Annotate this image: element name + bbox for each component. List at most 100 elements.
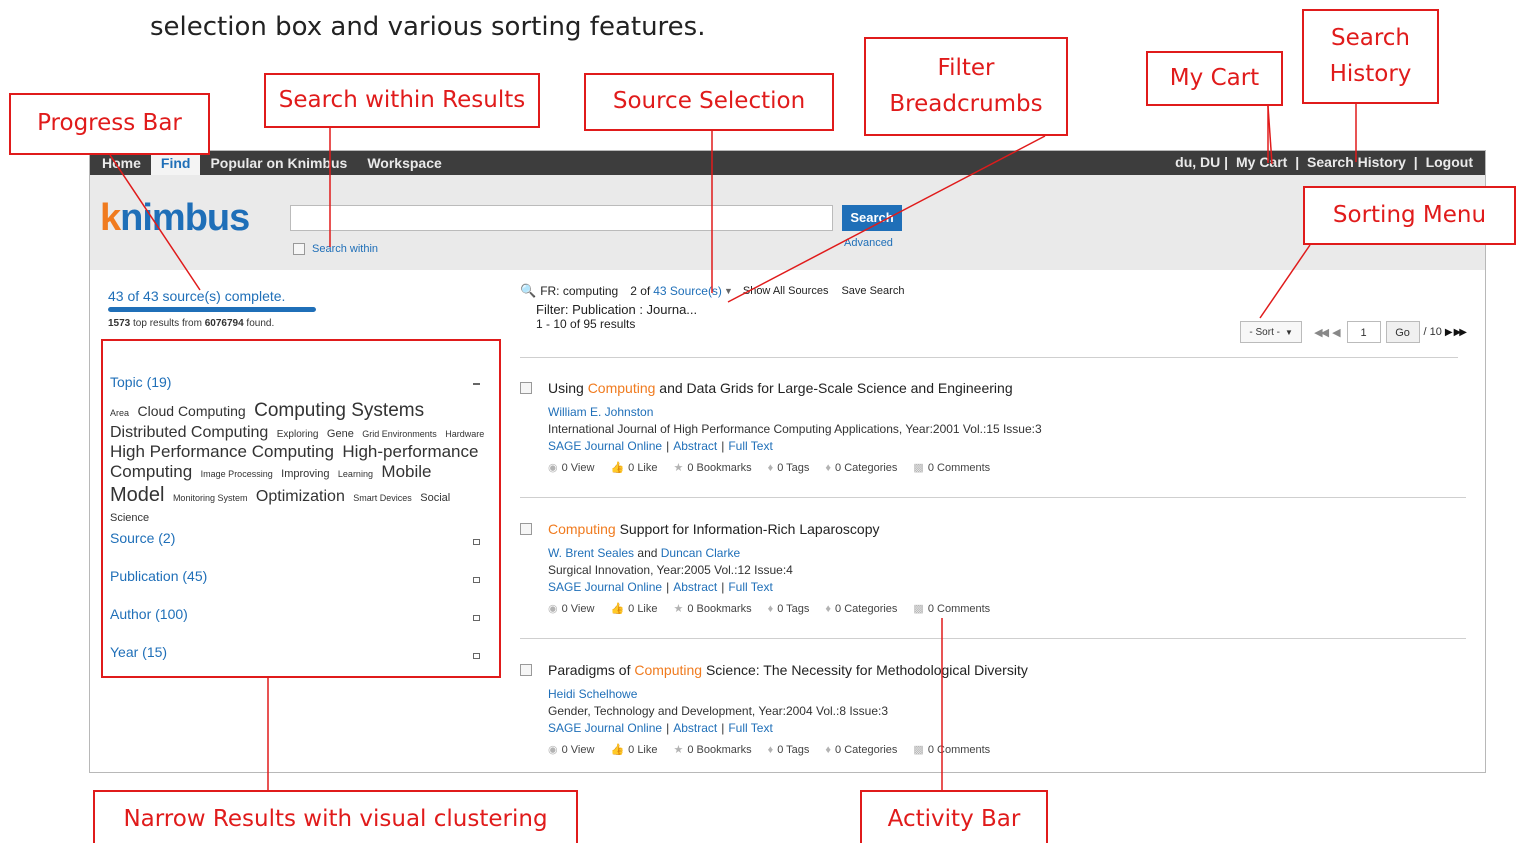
tag-cloud-item[interactable]: Mobile <box>381 462 431 481</box>
facet-source[interactable]: Source (2) <box>110 530 175 546</box>
activity-item[interactable]: ▩ 0 Comments <box>913 743 990 757</box>
author-link[interactable]: Heidi Schelhowe <box>548 687 637 701</box>
search-input[interactable] <box>290 205 833 231</box>
result-link[interactable]: Full Text <box>728 721 772 735</box>
search-within-checkbox[interactable] <box>293 243 305 255</box>
divider <box>520 357 1458 358</box>
tag-cloud-item[interactable]: Grid Environments <box>362 429 437 439</box>
result-link[interactable]: Full Text <box>728 580 772 594</box>
activity-item[interactable]: 👍 0 Like <box>610 461 657 475</box>
result-title[interactable]: Paradigms of Computing Science: The Nece… <box>548 662 1028 678</box>
callout-source-selection: Source Selection <box>584 73 834 131</box>
nav-popular[interactable]: Popular on Knimbus <box>200 151 357 175</box>
save-search-link[interactable]: Save Search <box>841 285 904 297</box>
progress-label[interactable]: 43 of 43 source(s) complete. <box>108 288 503 304</box>
first-page-icon[interactable]: ◀◀ <box>1314 326 1329 339</box>
tag-icon: ♦ <box>767 461 774 474</box>
tag-cloud-item[interactable]: Learning <box>338 469 373 479</box>
result-link[interactable]: Full Text <box>728 439 772 453</box>
result-link[interactable]: Abstract <box>673 580 717 594</box>
activity-item[interactable]: ♦ 0 Categories <box>825 602 897 615</box>
tag-cloud-item[interactable]: Distributed Computing <box>110 424 268 441</box>
logout-link[interactable]: Logout <box>1426 154 1473 170</box>
category-icon: ♦ <box>825 461 832 474</box>
expand-icon[interactable] <box>473 539 480 545</box>
source-selection-dropdown[interactable]: 43 Source(s) <box>653 284 722 298</box>
tag-cloud-item[interactable]: Model <box>110 484 164 506</box>
result-link[interactable]: SAGE Journal Online <box>548 721 662 735</box>
activity-bar: ◉ 0 View 👍 0 Like ★ 0 Bookmarks ♦ 0 Tags ♦ 0 Cate… <box>548 602 1440 616</box>
author-link[interactable]: Duncan Clarke <box>661 546 740 560</box>
prev-page-icon[interactable]: ◀ <box>1332 326 1341 339</box>
activity-item[interactable]: ♦ 0 Tags <box>768 602 810 615</box>
advanced-search-link[interactable]: Advanced <box>844 237 893 249</box>
nav-workspace[interactable]: Workspace <box>357 151 451 175</box>
author-link[interactable]: William E. Johnston <box>548 405 653 419</box>
sort-select[interactable]: - Sort - ▼ <box>1240 321 1303 343</box>
result-title[interactable]: Computing Support for Information-Rich L… <box>548 521 880 537</box>
tag-cloud-item[interactable]: Improving <box>281 468 329 480</box>
go-button[interactable]: Go <box>1385 321 1420 343</box>
expand-icon[interactable] <box>473 653 480 659</box>
activity-item[interactable]: ◉ 0 View <box>548 461 594 475</box>
search-within-label[interactable]: Search within <box>312 243 378 255</box>
filter-breadcrumb[interactable]: Filter: Publication : Journa... <box>536 302 904 317</box>
tag-cloud: Area Cloud Computing Computing Systems D… <box>110 400 490 526</box>
activity-item[interactable]: ★ 0 Bookmarks <box>674 602 752 616</box>
facet-year[interactable]: Year (15) <box>110 644 167 660</box>
result-checkbox[interactable] <box>520 382 532 394</box>
activity-item[interactable]: ★ 0 Bookmarks <box>674 461 752 475</box>
expand-icon[interactable] <box>473 577 480 583</box>
next-page-icon[interactable]: ▶ <box>1445 327 1453 338</box>
tag-cloud-item[interactable]: Smart Devices <box>353 493 412 503</box>
activity-item[interactable]: ◉ 0 View <box>548 602 594 616</box>
facet-author[interactable]: Author (100) <box>110 606 188 622</box>
activity-item[interactable]: ★ 0 Bookmarks <box>674 743 752 757</box>
last-page-icon[interactable]: ▶▶ <box>1454 327 1467 338</box>
result-checkbox[interactable] <box>520 523 532 535</box>
tag-cloud-item[interactable]: Area <box>110 408 129 418</box>
expand-icon[interactable] <box>473 615 480 621</box>
tag-cloud-item[interactable]: Computing Systems <box>254 400 424 421</box>
tag-cloud-item[interactable]: Hardware <box>445 429 484 439</box>
collapse-icon[interactable] <box>473 383 480 385</box>
result-title[interactable]: Using Computing and Data Grids for Large… <box>548 380 1013 396</box>
user-name: du, DU | <box>1175 154 1229 170</box>
result-link[interactable]: Abstract <box>673 439 717 453</box>
author-link[interactable]: W. Brent Seales <box>548 546 634 560</box>
tag-cloud-item[interactable]: Image Processing <box>201 469 273 479</box>
activity-item[interactable]: 👍 0 Like <box>610 743 657 757</box>
divider <box>520 497 1466 498</box>
tag-cloud-item[interactable]: Cloud Computing <box>137 403 245 419</box>
chevron-down-icon[interactable]: ▼ <box>724 286 733 296</box>
activity-item[interactable]: ▩ 0 Comments <box>913 602 990 616</box>
my-cart-link[interactable]: My Cart <box>1236 154 1287 170</box>
tag-cloud-item[interactable]: High Performance Computing <box>110 442 334 461</box>
search-button[interactable]: Search <box>842 205 902 231</box>
result-link[interactable]: SAGE Journal Online <box>548 580 662 594</box>
activity-item[interactable]: ♦ 0 Categories <box>825 743 897 756</box>
tag-cloud-item[interactable]: Exploring <box>277 429 319 440</box>
show-all-sources-link[interactable]: Show All Sources <box>743 285 829 297</box>
tag-cloud-item[interactable]: Optimization <box>256 488 345 505</box>
activity-item[interactable]: ♦ 0 Categories <box>825 461 897 474</box>
facet-publication[interactable]: Publication (45) <box>110 568 207 584</box>
activity-item[interactable]: 👍 0 Like <box>610 602 657 616</box>
tag-cloud-item[interactable]: Gene <box>327 428 354 440</box>
activity-item[interactable]: ▩ 0 Comments <box>913 461 990 475</box>
search-query-icon: 🔍 <box>520 283 537 298</box>
tag-icon: ♦ <box>767 602 774 615</box>
page-number-input[interactable]: 1 <box>1346 321 1381 343</box>
tag-cloud-item[interactable]: Monitoring System <box>173 493 248 503</box>
activity-item[interactable]: ♦ 0 Tags <box>768 461 810 474</box>
results-count: 1 - 10 of 95 results <box>536 317 636 331</box>
result-link[interactable]: Abstract <box>673 721 717 735</box>
search-history-link[interactable]: Search History <box>1307 154 1406 170</box>
activity-item[interactable]: ◉ 0 View <box>548 743 594 757</box>
knimbus-logo: knimbus <box>100 197 250 239</box>
knimbus-screenshot: Home Find Popular on Knimbus Workspace d… <box>89 150 1486 773</box>
result-checkbox[interactable] <box>520 664 532 676</box>
activity-item[interactable]: ♦ 0 Tags <box>768 743 810 756</box>
result-link[interactable]: SAGE Journal Online <box>548 439 662 453</box>
facet-topic[interactable]: Topic (19) <box>110 374 171 390</box>
